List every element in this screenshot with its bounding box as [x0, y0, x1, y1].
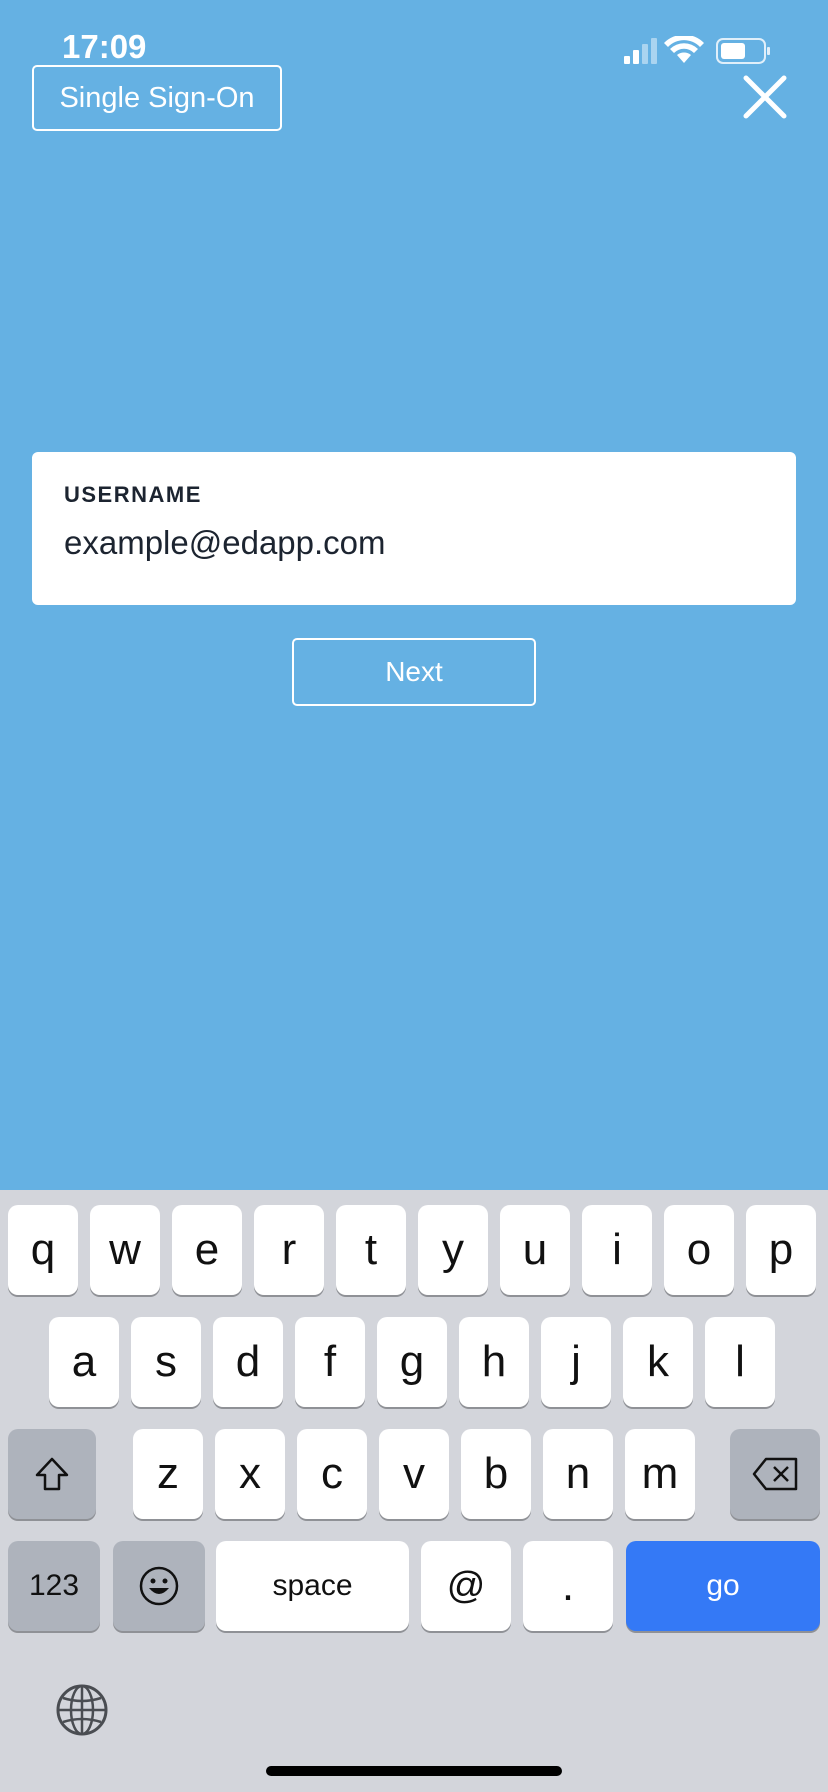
signal-icon [624, 38, 657, 64]
key-c[interactable]: c [297, 1429, 367, 1519]
globe-icon[interactable] [55, 1683, 109, 1737]
key-l[interactable]: l [705, 1317, 775, 1407]
key-a[interactable]: a [49, 1317, 119, 1407]
key-v[interactable]: v [379, 1429, 449, 1519]
key-b[interactable]: b [461, 1429, 531, 1519]
period-key[interactable]: . [523, 1541, 613, 1631]
username-card: USERNAME [32, 452, 796, 605]
key-j[interactable]: j [541, 1317, 611, 1407]
delete-key[interactable] [730, 1429, 820, 1519]
status-time: 17:09 [62, 28, 147, 65]
battery-icon [716, 38, 770, 64]
key-m[interactable]: m [625, 1429, 695, 1519]
key-r[interactable]: r [254, 1205, 324, 1295]
key-q[interactable]: q [8, 1205, 78, 1295]
key-s[interactable]: s [131, 1317, 201, 1407]
key-p[interactable]: p [746, 1205, 816, 1295]
next-button[interactable]: Next [292, 638, 536, 706]
shift-key[interactable] [8, 1429, 96, 1519]
go-key[interactable]: go [626, 1541, 820, 1631]
key-y[interactable]: y [418, 1205, 488, 1295]
emoji-key[interactable] [113, 1541, 205, 1631]
close-icon[interactable] [740, 72, 790, 122]
numbers-key[interactable]: 123 [8, 1541, 100, 1631]
key-f[interactable]: f [295, 1317, 365, 1407]
wifi-icon [664, 36, 704, 63]
keyboard: qwertyuiop asdfghjkl zxcvbnm 123 space @… [0, 1190, 828, 1792]
key-h[interactable]: h [459, 1317, 529, 1407]
emoji-icon [139, 1566, 179, 1606]
key-e[interactable]: e [172, 1205, 242, 1295]
home-indicator [266, 1766, 562, 1776]
username-label: USERNAME [64, 482, 202, 507]
at-key[interactable]: @ [421, 1541, 511, 1631]
key-t[interactable]: t [336, 1205, 406, 1295]
key-i[interactable]: i [582, 1205, 652, 1295]
key-d[interactable]: d [213, 1317, 283, 1407]
key-w[interactable]: w [90, 1205, 160, 1295]
key-o[interactable]: o [664, 1205, 734, 1295]
username-input[interactable] [64, 524, 764, 562]
key-k[interactable]: k [623, 1317, 693, 1407]
space-key[interactable]: space [216, 1541, 409, 1631]
backspace-icon [752, 1457, 798, 1491]
single-sign-on-button[interactable]: Single Sign-On [32, 65, 282, 131]
key-x[interactable]: x [215, 1429, 285, 1519]
shift-icon [35, 1457, 69, 1491]
key-g[interactable]: g [377, 1317, 447, 1407]
key-z[interactable]: z [133, 1429, 203, 1519]
key-n[interactable]: n [543, 1429, 613, 1519]
status-icons [624, 36, 770, 64]
key-u[interactable]: u [500, 1205, 570, 1295]
